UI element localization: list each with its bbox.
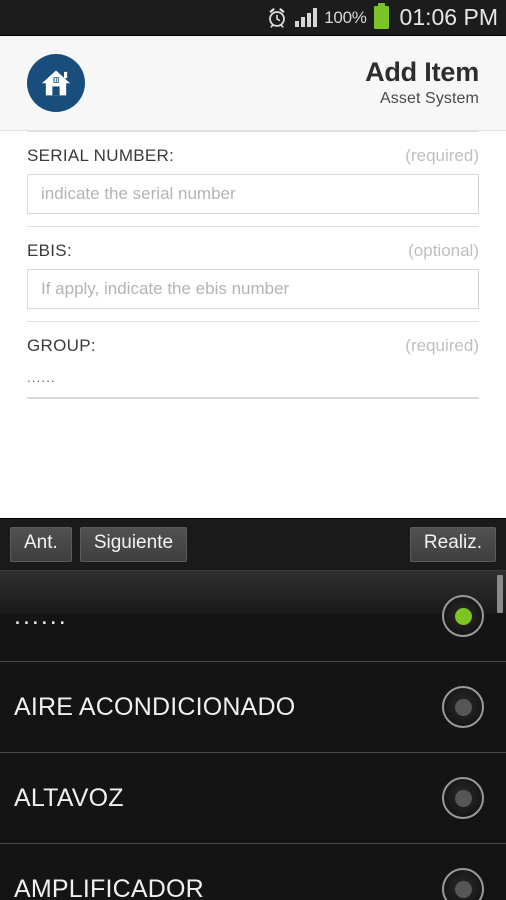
battery-full-icon	[373, 3, 389, 29]
status-bar: 100% 01:06 PM	[0, 0, 506, 36]
field-label: GROUP:	[27, 336, 96, 355]
page-subtitle: Asset System	[379, 89, 479, 107]
add-item-form: SERIAL NUMBER: (required) EBIS: (optiona…	[0, 131, 506, 411]
done-button[interactable]: Realiz.	[409, 527, 496, 562]
next-button[interactable]: Siguiente	[79, 527, 188, 562]
app-header: Add Item Asset System	[0, 36, 506, 131]
picker-option-list[interactable]: ...... AIRE ACONDICIONADO ALTAVOZ AMPLIF…	[0, 571, 506, 900]
list-item[interactable]: ......	[0, 571, 506, 662]
ebis-input[interactable]	[27, 269, 479, 309]
field-requirement: (optional)	[408, 241, 479, 260]
radio-button-selected[interactable]	[442, 595, 484, 637]
clock-label: 01:06 PM	[399, 4, 498, 30]
picker-toolbar: Ant. Siguiente Realiz.	[0, 519, 506, 571]
field-header: SERIAL NUMBER: (required)	[27, 146, 479, 166]
page-title: Add Item	[365, 57, 479, 88]
home-icon[interactable]	[27, 54, 85, 112]
field-serial-number: SERIAL NUMBER: (required)	[27, 132, 479, 226]
group-spinner[interactable]: ......	[27, 364, 479, 399]
alarm-clock-icon	[266, 7, 288, 29]
radio-button[interactable]	[442, 686, 484, 728]
field-requirement: (required)	[405, 146, 479, 165]
field-label: SERIAL NUMBER:	[27, 146, 175, 165]
option-label: AIRE ACONDICIONADO	[14, 692, 296, 721]
group-spinner-value: ......	[27, 370, 56, 385]
option-label: AMPLIFICADOR	[14, 874, 204, 900]
signal-bars-icon	[295, 8, 318, 27]
field-ebis: EBIS: (optional)	[27, 227, 479, 321]
field-header: EBIS: (optional)	[27, 241, 479, 261]
scrollbar-thumb[interactable]	[497, 575, 503, 613]
field-label: EBIS:	[27, 241, 72, 260]
radio-button[interactable]	[442, 777, 484, 819]
battery-percent-label: 100%	[324, 7, 367, 27]
group-picker-dialog: Ant. Siguiente Realiz. ...... AIRE ACOND…	[0, 518, 506, 900]
option-label: ALTAVOZ	[14, 783, 124, 812]
header-title-block: Add Item Asset System	[365, 58, 479, 107]
app-root: 100% 01:06 PM Add Item Asset System SERI…	[0, 0, 506, 900]
list-item[interactable]: ALTAVOZ	[0, 753, 506, 844]
spinner-underline	[27, 397, 479, 399]
list-item[interactable]: AIRE ACONDICIONADO	[0, 662, 506, 753]
field-requirement: (required)	[405, 336, 479, 355]
serial-number-input[interactable]	[27, 174, 479, 214]
list-item[interactable]: AMPLIFICADOR	[0, 844, 506, 900]
field-header: GROUP: (required)	[27, 336, 479, 356]
previous-button[interactable]: Ant.	[10, 527, 72, 562]
field-group: GROUP: (required) ......	[27, 322, 479, 411]
option-label: ......	[14, 601, 68, 630]
radio-button[interactable]	[442, 868, 484, 900]
